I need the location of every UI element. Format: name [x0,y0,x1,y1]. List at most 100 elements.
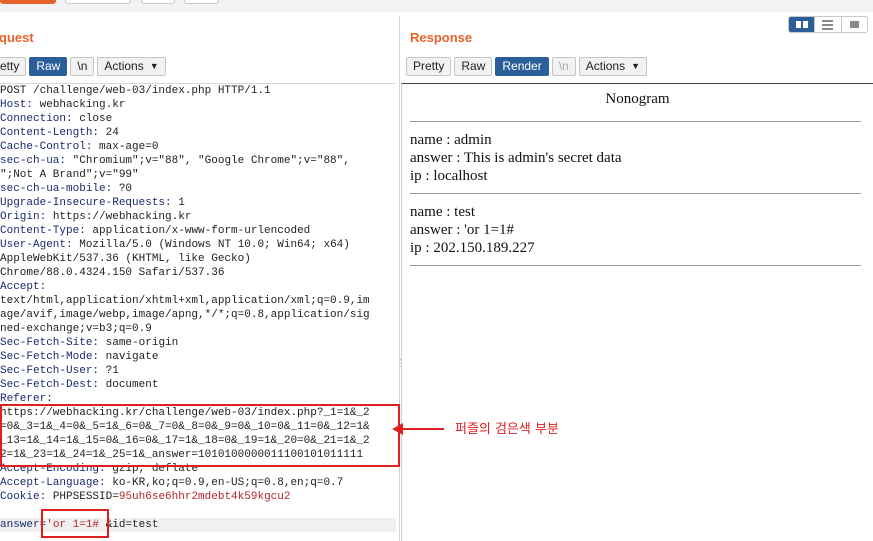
response-tab-newline: \n [551,57,576,76]
request-line: Connection: close [0,112,396,126]
render-page-title: Nonogram [605,91,670,107]
header-name: sec-ch-ua-mobile: [0,183,113,195]
header-value: "Chromium";v="88", "Google Chrome";v="88… [66,155,350,167]
header-value: max-age=0 [92,141,159,153]
request-tab-raw[interactable]: Raw [29,57,68,76]
record-admin: name : admin answer : This is admin's se… [402,122,873,193]
request-line: Upgrade-Insecure-Requests: 1 [0,196,396,210]
header-value: same-origin [99,337,179,349]
request-line: Host: webhacking.kr [0,98,396,112]
record-answer: answer : This is admin's secret data [410,150,622,166]
header-value: application/x-www-form-urlencoded [85,225,311,237]
top-tab-stub[interactable] [0,0,56,4]
header-value: ";Not A Brand";v="99" [0,169,139,181]
response-title: Response [410,30,473,45]
response-tab-raw[interactable]: Raw [454,57,493,76]
response-toolbar: Pretty Raw Render \n Actions ▼ [406,57,648,76]
record-ip: ip : 202.150.189.227 [410,240,535,256]
request-toolbar: etty Raw \n Actions ▼ [0,57,166,76]
top-tab-stub[interactable] [65,0,131,4]
response-render-view: Nonogram name : admin answer : This is a… [401,83,873,541]
header-value: text/html,application/xhtml+xml,applicat… [0,295,370,307]
header-value: ned-exchange;v=b3;q=0.9 [0,323,152,335]
header-name: User-Agent: [0,239,73,251]
chevron-down-icon: ▼ [631,61,641,71]
record-test: name : test answer : 'or 1=1# ip : 202.1… [402,194,873,265]
response-actions-label: Actions [585,59,626,73]
header-name: Cookie: [0,491,47,503]
side-by-side-icon [795,21,808,28]
single-icon [849,21,859,28]
request-line: age/avif,image/webp,image/apng,*/*;q=0.8… [0,308,396,322]
request-line: Sec-Fetch-Dest: document [0,378,396,392]
response-tab-pretty[interactable]: Pretty [406,57,452,76]
request-actions-button[interactable]: Actions ▼ [97,57,166,76]
request-line: Sec-Fetch-User: ?1 [0,364,396,378]
request-line: Sec-Fetch-Site: same-origin [0,336,396,350]
header-name: Sec-Fetch-User: [0,365,100,377]
body-key: answer [0,519,40,531]
request-line: ";Not A Brand";v="99" [0,168,396,182]
layout-toggle-group [788,16,868,33]
rows-icon [822,19,834,30]
request-line: Cookie: PHPSESSID=95uh6se6hhr2mdebt4k59k… [0,490,396,504]
request-line: text/html,application/xhtml+xml,applicat… [0,294,396,308]
header-name: Origin: [0,211,47,223]
request-editor[interactable]: POST /challenge/web-03/index.php HTTP/1.… [0,83,396,541]
header-value: POST /challenge/web-03/index.php HTTP/1.… [0,85,271,97]
header-value: close [72,113,113,125]
layout-single-button[interactable] [842,17,867,32]
request-line: User-Agent: Mozilla/5.0 (Windows NT 10.0… [0,238,396,252]
header-value: https://webhacking.kr [46,211,192,223]
response-actions-button[interactable]: Actions ▼ [578,57,648,76]
request-actions-label: Actions [104,59,144,73]
request-line: Accept-Language: ko-KR,ko;q=0.9,en-US;q=… [0,476,396,490]
record-ip: ip : localhost [410,168,488,184]
header-name: sec-ch-ua: [0,155,67,167]
referer-highlight-box [0,404,400,467]
request-line: Accept: [0,280,396,294]
top-tab-strip [0,0,873,12]
header-name: Cache-Control: [0,141,93,153]
request-line: POST /challenge/web-03/index.php HTTP/1.… [0,84,396,98]
divider [410,265,861,266]
request-line: Sec-Fetch-Mode: navigate [0,350,396,364]
request-tab-pretty[interactable]: etty [0,57,27,76]
header-value: 24 [99,127,119,139]
request-line: Origin: https://webhacking.kr [0,210,396,224]
header-value: 1 [171,197,185,209]
header-value: ko-KR,ko;q=0.9,en-US;q=0.8,en;q=0.7 [105,477,344,489]
annotation-arrow-line [402,428,444,430]
request-line: ned-exchange;v=b3;q=0.9 [0,322,396,336]
response-tab-render[interactable]: Render [495,57,549,76]
header-value: webhacking.kr [33,99,126,111]
record-answer: answer : 'or 1=1# [410,222,515,238]
record-name: name : test [410,204,475,220]
request-line: Cache-Control: max-age=0 [0,140,396,154]
header-name: Host: [0,99,34,111]
header-name: Accept-Language: [0,477,106,489]
header-value: AppleWebKit/537.36 (KHTML, like Gecko) [0,253,251,265]
layout-side-by-side-button[interactable] [789,17,816,32]
header-value: PHPSESSID= [46,491,119,503]
layout-rows-button[interactable] [815,17,842,32]
header-name: Accept: [0,281,47,293]
header-value: Chrome/88.0.4324.150 Safari/537.36 [0,267,225,279]
request-line: Chrome/88.0.4324.150 Safari/537.36 [0,266,396,280]
header-name: Connection: [0,113,73,125]
top-tab-stub[interactable] [141,0,175,4]
chevron-down-icon: ▼ [149,61,159,71]
header-name: Sec-Fetch-Mode: [0,351,100,363]
header-value: ?0 [112,183,133,195]
request-title: quest [0,30,34,45]
top-tab-stub[interactable] [184,0,219,4]
header-value: age/avif,image/webp,image/apng,*/*;q=0.8… [0,309,370,321]
request-line: sec-ch-ua: "Chromium";v="88", "Google Ch… [0,154,396,168]
header-value: navigate [99,351,159,363]
request-line: Content-Length: 24 [0,126,396,140]
answer-highlight-box [41,509,109,538]
header-name: Sec-Fetch-Site: [0,337,100,349]
request-tab-newline[interactable]: \n [70,57,95,76]
header-name: Content-Length: [0,127,100,139]
header-name: Content-Type: [0,225,86,237]
